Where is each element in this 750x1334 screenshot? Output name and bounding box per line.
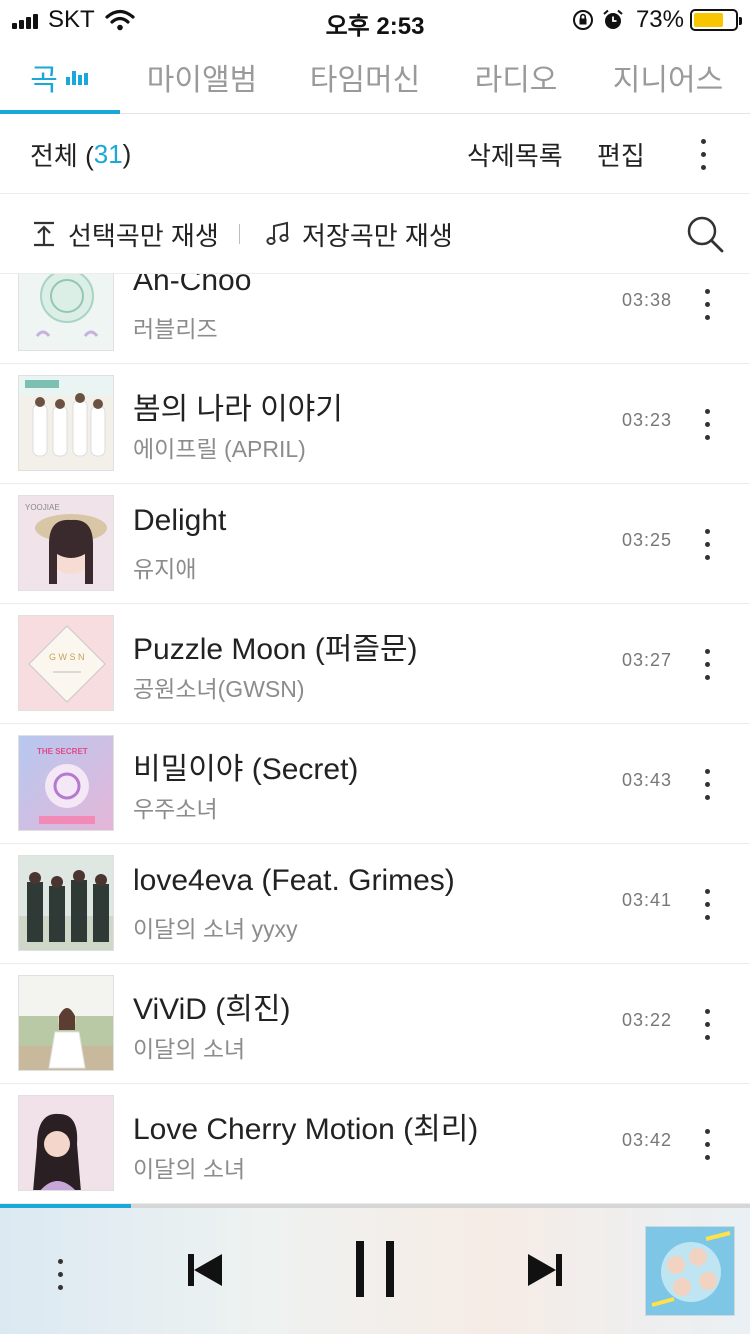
more-vertical-icon[interactable] — [692, 274, 722, 336]
play-options-bar: 선택곡만 재생 저장곡만 재생 — [0, 194, 750, 274]
next-track-button[interactable] — [522, 1250, 570, 1290]
song-duration: 03:41 — [622, 890, 673, 910]
pause-button[interactable] — [348, 1238, 402, 1300]
tab-bar: 곡 마이앨범 타임머신 라디오 지니어스 — [0, 40, 750, 114]
album-cover — [18, 1095, 114, 1191]
song-duration: 03:42 — [622, 1130, 673, 1150]
total-close: ) — [122, 138, 132, 169]
tab-my-album[interactable]: 마이앨범 — [137, 40, 267, 114]
more-vertical-icon[interactable] — [692, 752, 722, 816]
battery-percent: 73% — [635, 6, 684, 33]
song-row[interactable]: 봄의 나라 이야기 에이프릴 (APRIL) 03:23 — [0, 364, 750, 484]
album-cover: THE SECRET — [18, 735, 114, 831]
more-vertical-icon[interactable] — [688, 128, 718, 180]
album-cover: G W S N — [18, 615, 114, 711]
song-artist: 러블리즈 — [133, 316, 218, 342]
more-vertical-icon[interactable] — [692, 392, 722, 456]
song-duration: 03:23 — [622, 410, 673, 430]
svg-text:YOOJIAE: YOOJIAE — [25, 503, 60, 512]
more-vertical-icon[interactable] — [692, 632, 722, 696]
song-title: Delight — [133, 504, 227, 537]
total-count: 전체 (31) — [30, 114, 131, 194]
edit-button[interactable]: 편집 — [597, 114, 645, 194]
song-title: love4eva (Feat. Grimes) — [133, 864, 455, 897]
more-vertical-icon[interactable] — [692, 872, 722, 936]
equalizer-icon — [65, 69, 90, 85]
svg-text:THE SECRET: THE SECRET — [37, 747, 88, 756]
play-saved-label: 저장곡만 재생 — [302, 220, 453, 251]
song-duration: 03:22 — [622, 1010, 673, 1030]
song-duration: 03:27 — [622, 650, 673, 670]
tab-radio[interactable]: 라디오 — [463, 40, 569, 114]
more-vertical-icon[interactable] — [692, 992, 722, 1056]
song-row[interactable]: G W S N Puzzle Moon (퍼즐문) 공원소녀(GWSN) 03:… — [0, 604, 750, 724]
album-cover — [18, 975, 114, 1071]
song-artist: 에이프릴 (APRIL) — [133, 436, 306, 462]
song-title: Puzzle Moon (퍼즐문) — [133, 633, 418, 666]
playback-progress-fill — [0, 1204, 132, 1208]
song-title: Ah-Choo — [133, 274, 252, 297]
more-vertical-icon[interactable] — [692, 512, 722, 576]
song-row[interactable]: THE SECRET 비밀이야 (Secret) 우주소녀 03:43 — [0, 724, 750, 844]
more-vertical-icon[interactable] — [45, 1242, 75, 1306]
song-artist: 이달의 소녀 — [133, 1036, 246, 1062]
song-artist: 이달의 소녀 — [133, 1156, 246, 1182]
more-vertical-icon[interactable] — [692, 1112, 722, 1176]
play-saved-button[interactable]: 저장곡만 재생 — [266, 194, 453, 274]
list-header: 전체 (31) 삭제목록 편집 — [0, 114, 750, 194]
album-cover: YOOJIAE — [18, 495, 114, 591]
upload-play-icon — [34, 221, 54, 247]
tab-songs-label: 곡 — [30, 64, 58, 97]
album-cover — [18, 855, 114, 951]
tab-songs[interactable]: 곡 — [0, 40, 120, 114]
song-row[interactable]: YOOJIAE Delight 유지애 03:25 — [0, 484, 750, 604]
song-row[interactable]: ViViD (희진) 이달의 소녀 03:22 — [0, 964, 750, 1084]
playback-progress[interactable] — [0, 1204, 750, 1208]
album-cover — [18, 375, 114, 471]
delete-list-button[interactable]: 삭제목록 — [467, 114, 563, 194]
total-count-number: 31 — [93, 138, 123, 169]
status-bar: SKT 오후 2:53 73% — [0, 0, 750, 40]
previous-track-button[interactable] — [180, 1250, 228, 1290]
song-row[interactable]: love4eva (Feat. Grimes) 이달의 소녀 yyxy 03:4… — [0, 844, 750, 964]
tab-time-machine[interactable]: 타임머신 — [300, 40, 430, 114]
status-right: 73% — [564, 6, 742, 34]
song-title: Love Cherry Motion (최리) — [133, 1113, 479, 1146]
song-row[interactable]: Love Cherry Motion (최리) 이달의 소녀 03:42 — [0, 1084, 750, 1204]
song-row[interactable]: Ah-Choo 러블리즈 03:38 — [0, 274, 750, 364]
now-playing-cover[interactable] — [645, 1226, 735, 1316]
song-artist: 유지애 — [133, 556, 197, 582]
orientation-lock-icon — [572, 10, 593, 30]
song-duration: 03:25 — [622, 530, 673, 550]
pause-icon — [356, 1241, 394, 1297]
song-list: Ah-Choo 러블리즈 03:38 봄의 나라 이야기 에이프릴 (APRIL… — [0, 274, 750, 1204]
song-artist: 이달의 소녀 yyxy — [133, 916, 298, 942]
search-icon[interactable] — [685, 214, 725, 254]
svg-text:G W S N: G W S N — [49, 652, 85, 662]
music-note-icon — [266, 221, 289, 245]
previous-track-icon — [188, 1254, 222, 1286]
album-cover — [18, 274, 114, 351]
mini-player — [0, 1204, 750, 1334]
play-selected-button[interactable]: 선택곡만 재생 — [32, 194, 219, 274]
total-label: 전체 ( — [30, 140, 94, 171]
battery-fill — [694, 13, 724, 27]
song-title: ViViD (희진) — [133, 993, 291, 1026]
alarm-icon — [603, 9, 623, 29]
song-duration: 03:38 — [622, 290, 673, 310]
song-title: 봄의 나라 이야기 — [133, 393, 343, 426]
tab-genius[interactable]: 지니어스 — [603, 40, 733, 114]
song-duration: 03:43 — [622, 770, 673, 790]
song-artist: 공원소녀(GWSN) — [133, 676, 305, 702]
action-divider — [239, 224, 240, 244]
battery-icon — [690, 9, 742, 31]
play-selected-label: 선택곡만 재생 — [68, 220, 219, 251]
song-title: 비밀이야 (Secret) — [133, 753, 359, 786]
song-artist: 우주소녀 — [133, 796, 218, 822]
next-track-icon — [528, 1254, 562, 1286]
